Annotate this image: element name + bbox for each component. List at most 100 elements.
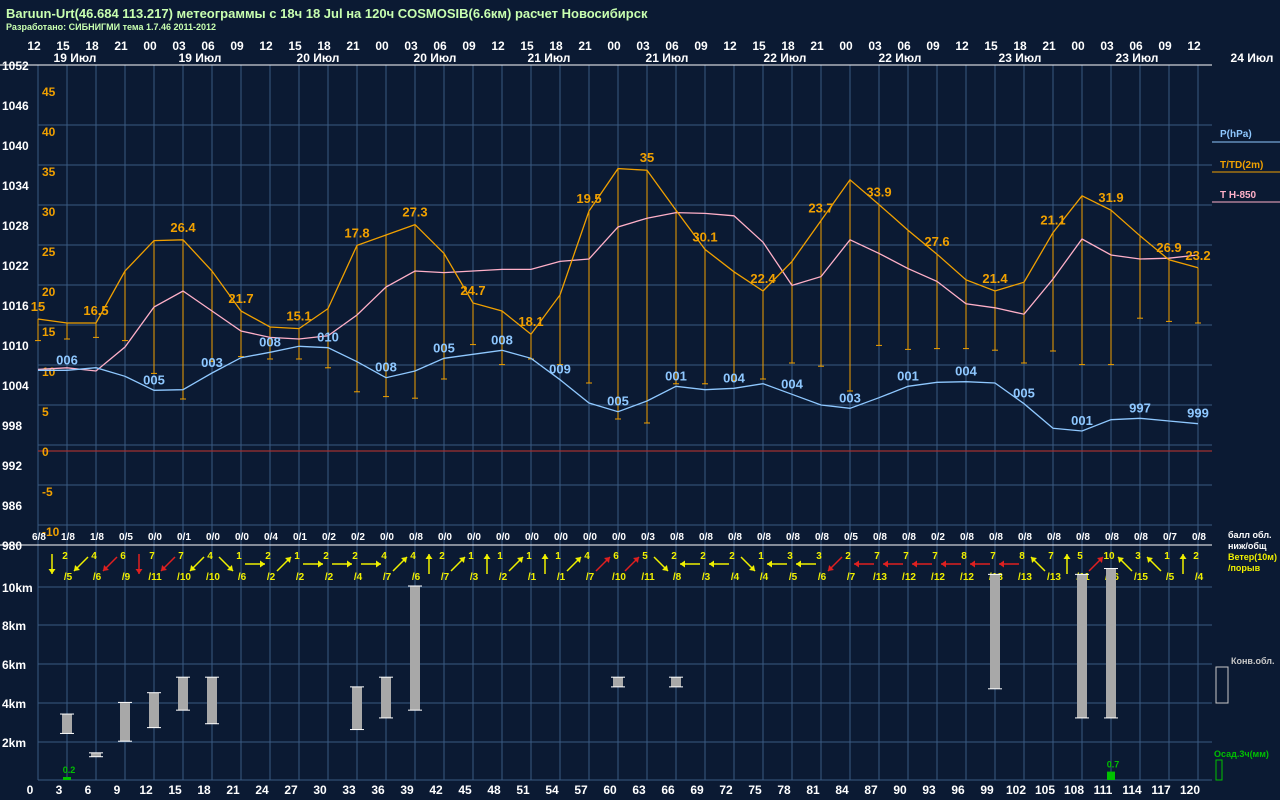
wind-gust-label: /12 xyxy=(931,572,945,583)
wind-speed-label: 8 xyxy=(961,551,967,562)
wind-speed-label: 2 xyxy=(729,551,735,562)
temperature-value-label: 19.5 xyxy=(576,191,601,206)
pressure-value-label: 003 xyxy=(201,355,223,370)
bottom-hour-label: 30 xyxy=(313,783,327,797)
pressure-tick-label: 986 xyxy=(2,499,22,513)
convective-cloud-bar xyxy=(91,752,101,757)
pressure-value-label: 003 xyxy=(839,390,861,405)
km-tick-label: 6km xyxy=(2,658,26,672)
pressure-tick-label: 1016 xyxy=(2,299,29,313)
wind-gust-label: /11 xyxy=(148,572,162,583)
convective-cloud-bar xyxy=(613,677,623,687)
temperature-tick-label: 40 xyxy=(42,125,56,139)
meteogram: Baruun-Urt(46.684 113.217) метеограммы с… xyxy=(0,0,1280,800)
wind-speed-label: 2 xyxy=(352,551,358,562)
cloud-cover-label: 0/2 xyxy=(322,532,336,543)
bottom-hour-label: 90 xyxy=(893,783,907,797)
bottom-hour-label: 12 xyxy=(139,783,153,797)
wind-arrowhead xyxy=(425,554,433,559)
temperature-tick-label: 0 xyxy=(42,445,49,459)
top-hour-label: 15 xyxy=(984,39,998,53)
wind-speed-label: 4 xyxy=(91,551,97,562)
convective-cloud-bar xyxy=(1106,568,1116,718)
bottom-hour-label: 84 xyxy=(835,783,849,797)
legend-precip: Осад.3ч(мм) xyxy=(1214,749,1269,759)
temperature-value-label: 23.2 xyxy=(1185,248,1210,263)
top-hour-label: 00 xyxy=(607,39,621,53)
convective-cloud-bar xyxy=(149,692,159,728)
pressure-tick-label: 1046 xyxy=(2,99,29,113)
wind-gust-label: /6 xyxy=(93,572,102,583)
day-label: 24 Июл xyxy=(1231,51,1274,65)
wind-arrowhead xyxy=(854,560,859,568)
wind-speed-label: 6 xyxy=(613,551,619,562)
cloud-cover-label: 0/3 xyxy=(641,532,655,543)
cloud-cover-label: 0/0 xyxy=(235,532,249,543)
bottom-hour-label: 63 xyxy=(632,783,646,797)
bottom-hour-label: 48 xyxy=(487,783,501,797)
pressure-value-label: 004 xyxy=(723,370,745,385)
top-hour-label: 00 xyxy=(1071,39,1085,53)
cloud-cover-label: 0/0 xyxy=(380,532,394,543)
temperature-tick-label: 35 xyxy=(42,165,56,179)
wind-gust-label: /5 xyxy=(789,572,798,583)
cloud-cover-label: 0/8 xyxy=(728,532,742,543)
pressure-value-label: 005 xyxy=(1013,386,1035,401)
temperature-tick-label: 15 xyxy=(42,325,56,339)
bottom-hour-label: 72 xyxy=(719,783,733,797)
cloud-cover-label: 0/8 xyxy=(1018,532,1032,543)
bottom-hour-label: 102 xyxy=(1006,783,1026,797)
temperature-value-label: 21.4 xyxy=(982,271,1008,286)
wind-speed-label: 1 xyxy=(555,551,561,562)
pressure-value-label: 005 xyxy=(143,372,165,387)
wind-arrowhead xyxy=(767,560,772,568)
wind-speed-label: 10 xyxy=(1103,551,1115,562)
cloud-cover-label: 0/0 xyxy=(438,532,452,543)
cloud-cover-label: 0/8 xyxy=(699,532,713,543)
bottom-hour-label: 36 xyxy=(371,783,385,797)
pressure-tick-label: 980 xyxy=(2,539,22,553)
wind-speed-label: 1 xyxy=(1164,551,1170,562)
cloud-cover-label: 0/8 xyxy=(670,532,684,543)
cloud-cover-label: 0/8 xyxy=(1134,532,1148,543)
pressure-value-label: 005 xyxy=(607,394,629,409)
pressure-value-label: 010 xyxy=(317,330,339,345)
cloud-cover-label: 0/0 xyxy=(612,532,626,543)
convective-cloud-bar xyxy=(671,677,681,687)
day-label: 20 Июл xyxy=(297,51,340,65)
wind-speed-label: 4 xyxy=(207,551,213,562)
cloud-cover-label: 0/0 xyxy=(148,532,162,543)
convective-cloud-bar xyxy=(207,677,217,724)
wind-speed-label: 8 xyxy=(1019,551,1025,562)
temperature-tick-label: 5 xyxy=(42,405,49,419)
wind-gust-label: /10 xyxy=(206,572,220,583)
bottom-hour-label: 0 xyxy=(27,783,34,797)
temperature-tick-label: 45 xyxy=(42,85,56,99)
day-label: 22 Июл xyxy=(764,51,807,65)
bottom-hour-label: 60 xyxy=(603,783,617,797)
cloud-cover-label: 0/8 xyxy=(815,532,829,543)
wind-gust-label: /5 xyxy=(64,572,73,583)
bottom-hour-label: 15 xyxy=(168,783,182,797)
wind-gust-label: /3 xyxy=(470,572,479,583)
wind-speed-label: 7 xyxy=(149,551,155,562)
wind-speed-label: 7 xyxy=(990,551,996,562)
top-hour-label: 21 xyxy=(1042,39,1056,53)
pressure-tick-label: 1004 xyxy=(2,379,29,393)
pressure-value-label: 997 xyxy=(1129,400,1151,415)
temperature-value-label: 22.4 xyxy=(750,271,776,286)
cloud-cover-label: 1/8 xyxy=(90,532,104,543)
temperature-value-label: 26.4 xyxy=(170,220,196,235)
temperature-tick-label: -5 xyxy=(42,485,53,499)
wind-speed-label: 1 xyxy=(468,551,474,562)
wind-speed-label: 2 xyxy=(671,551,677,562)
cloud-cover-label: 0/1 xyxy=(177,532,191,543)
temperature-value-label: 31.9 xyxy=(1098,190,1123,205)
wind-gust-label: /13 xyxy=(1047,572,1061,583)
cloud-cover-label: 0/0 xyxy=(525,532,539,543)
temperature-tick-label: 25 xyxy=(42,245,56,259)
legend-t850: T H-850 xyxy=(1220,190,1257,201)
top-hour-label: 21 xyxy=(810,39,824,53)
wind-speed-label: 2 xyxy=(62,551,68,562)
km-tick-label: 4km xyxy=(2,697,26,711)
